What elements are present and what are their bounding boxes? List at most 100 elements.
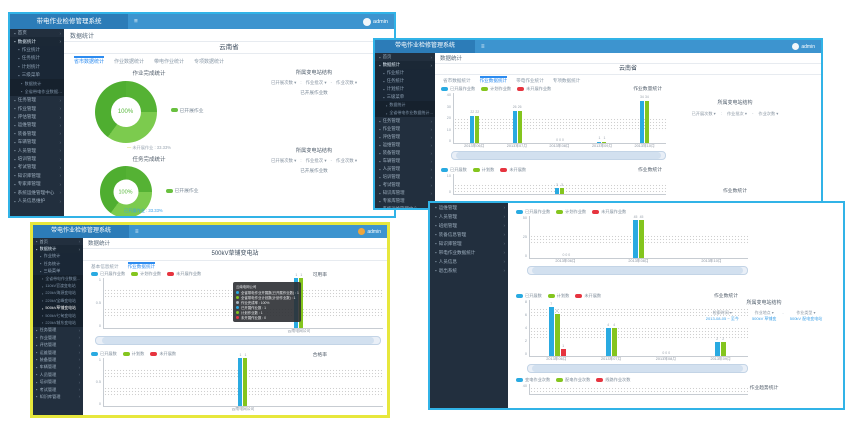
sidebar-item[interactable]: ▪培训管理› bbox=[33, 378, 83, 385]
tab[interactable]: 基本信息统计 bbox=[91, 262, 119, 270]
sidebar-item[interactable]: ▪知识库管理› bbox=[10, 172, 64, 180]
sidebar-item[interactable]: ▪任务统计 bbox=[10, 54, 64, 62]
sidebar-item[interactable]: ▪人员管理› bbox=[375, 165, 435, 173]
tab[interactable]: 专项数据统计 bbox=[194, 56, 224, 65]
sidebar-item[interactable]: ▪专家库管理› bbox=[375, 197, 435, 205]
sidebar-item[interactable]: ▪装备管理› bbox=[33, 356, 83, 363]
tab[interactable]: 带电作业统计 bbox=[516, 76, 544, 84]
legend-item[interactable]: 未开展作业数 bbox=[167, 271, 201, 277]
filter-select[interactable]: 已开展次数 ▾ bbox=[271, 80, 296, 86]
sidebar-item[interactable]: ▪带电作业数据统计› bbox=[430, 248, 508, 257]
sidebar-item[interactable]: ▪数据统计› bbox=[10, 37, 64, 45]
sidebar-item[interactable]: ▪任务统计 bbox=[33, 260, 83, 267]
sidebar-item[interactable]: ▪系统运维管理中心› bbox=[10, 188, 64, 196]
filter-select[interactable]: 已开展次数 ▾ bbox=[271, 158, 296, 164]
tab[interactable]: 专项数据统计 bbox=[553, 76, 581, 84]
legend-item[interactable]: 已开展作业 bbox=[171, 107, 204, 114]
sidebar-item[interactable]: ▪作业统计 bbox=[375, 69, 435, 77]
sidebar-item[interactable]: ▪运维管理› bbox=[375, 141, 435, 149]
horizontal-scrollbar[interactable] bbox=[527, 266, 748, 275]
sidebar-item[interactable]: ▪数据统计 bbox=[10, 79, 64, 87]
filter-select[interactable]: 作业次数 ▾ bbox=[336, 80, 357, 86]
sidebar-item[interactable]: ▪系统运维管理中心› bbox=[375, 205, 435, 208]
legend-item[interactable]: 配电作业次数 bbox=[556, 377, 590, 383]
sidebar-item[interactable]: ▪评估管理› bbox=[375, 133, 435, 141]
tab[interactable]: 省市数据统计 bbox=[74, 56, 104, 65]
sidebar-item[interactable]: ▪装备信息管理› bbox=[430, 230, 508, 239]
legend-item[interactable]: 未开展数 bbox=[575, 293, 601, 299]
sidebar-item[interactable]: ▪考试管理› bbox=[375, 181, 435, 189]
sidebar-item[interactable]: ▪任务管理› bbox=[375, 117, 435, 125]
sidebar-item[interactable]: ▪装备管理› bbox=[375, 149, 435, 157]
sidebar-item[interactable]: ▪作业统计 bbox=[33, 253, 83, 260]
sidebar-item[interactable]: ▪班组管理› bbox=[430, 221, 508, 230]
tab[interactable]: 作业数据统计 bbox=[128, 262, 156, 270]
sidebar-item[interactable]: ▪培训管理› bbox=[375, 173, 435, 181]
legend-item[interactable]: 已开展作业数 bbox=[91, 271, 125, 277]
user-account[interactable]: admin bbox=[792, 43, 815, 50]
sidebar-item[interactable]: ▪110kV官渡变电站 bbox=[33, 282, 83, 289]
legend-item[interactable]: 计划数 bbox=[548, 293, 570, 299]
sidebar-item[interactable]: ▪220kV宝峰变电站 bbox=[33, 297, 83, 304]
sidebar-item[interactable]: ▪作业管理› bbox=[10, 105, 64, 113]
sidebar-item[interactable]: ▪培训管理› bbox=[10, 155, 64, 163]
sidebar-item[interactable]: ▪任务管理› bbox=[33, 327, 83, 334]
filter-select[interactable]: 作业地点 ▾500kV 草铺变 bbox=[752, 310, 776, 322]
legend-item[interactable]: 计划数 bbox=[123, 351, 145, 357]
sidebar-item[interactable]: ▪220kV城东变电站 bbox=[33, 319, 83, 326]
sidebar-item[interactable]: ▪三级菜单 bbox=[33, 268, 83, 275]
legend-item[interactable]: 计划数 bbox=[473, 167, 495, 173]
sidebar-item[interactable]: ▪三级菜单 bbox=[375, 93, 435, 101]
sidebar-item[interactable]: ▪500kV草铺变电站 bbox=[33, 305, 83, 312]
sidebar-item[interactable]: ▪知识库管理› bbox=[33, 393, 83, 400]
sidebar-item[interactable]: ▪考试管理› bbox=[33, 386, 83, 393]
sidebar-item[interactable]: ▪知识库管理› bbox=[430, 239, 508, 248]
legend-item[interactable]: 计划作业数 bbox=[131, 271, 161, 277]
horizontal-scrollbar[interactable] bbox=[95, 336, 381, 345]
filter-select[interactable]: 作业批次 ▾ bbox=[306, 80, 327, 86]
sidebar-item[interactable]: ▪三级菜单 bbox=[10, 71, 64, 79]
sidebar-item[interactable]: ▪作业管理› bbox=[33, 334, 83, 341]
hamburger-menu-icon[interactable]: ≡ bbox=[134, 18, 138, 25]
sidebar-item[interactable]: ▪作业统计 bbox=[10, 46, 64, 54]
sidebar-item[interactable]: ▪作业管理› bbox=[375, 125, 435, 133]
sidebar-item[interactable]: ▪计划统计 bbox=[375, 85, 435, 93]
filter-select[interactable]: 作业次数 ▾ bbox=[336, 158, 357, 164]
legend-item[interactable]: 未开展数 bbox=[150, 351, 176, 357]
legend-item[interactable]: 未开展数 bbox=[500, 167, 526, 173]
sidebar-item[interactable]: ▪计划统计 bbox=[10, 63, 64, 71]
sidebar-item[interactable]: ▪装备管理› bbox=[10, 130, 64, 138]
legend-item[interactable]: 计划作业数 bbox=[481, 86, 511, 92]
tab[interactable]: 作业数据统计 bbox=[114, 56, 144, 65]
sidebar-item[interactable]: ▪考试管理› bbox=[10, 163, 64, 171]
tab[interactable]: 带电作业统计 bbox=[154, 56, 184, 65]
sidebar-item[interactable]: ▪人员管理› bbox=[10, 146, 64, 154]
filter-select[interactable]: 作业次数 ▾ bbox=[758, 111, 778, 117]
hamburger-menu-icon[interactable]: ≡ bbox=[481, 44, 485, 50]
sidebar-item[interactable]: ▪全省带电作业数据统计查询 bbox=[375, 109, 435, 117]
sidebar-item[interactable]: ▪数据统计› bbox=[375, 61, 435, 69]
sidebar-item[interactable]: ▪专家库管理› bbox=[10, 180, 64, 188]
user-account[interactable]: admin bbox=[363, 18, 388, 26]
sidebar-item[interactable]: ▪全省带电作业数据统计查询 bbox=[10, 88, 64, 96]
filter-select[interactable]: 检索时间 ▾2013-08-05 ~ 至今 bbox=[706, 310, 739, 322]
hamburger-menu-icon[interactable]: ≡ bbox=[135, 229, 139, 235]
filter-select[interactable]: 作业类型 ▾500kV 配电变电站 bbox=[790, 310, 822, 322]
legend-item[interactable]: 变电作业次数 bbox=[516, 377, 550, 383]
sidebar-item[interactable]: ▪知识库管理› bbox=[375, 189, 435, 197]
sidebar-item[interactable]: ▪220kV海源变电站 bbox=[33, 290, 83, 297]
filter-select[interactable]: 作业批次 ▾ bbox=[306, 158, 327, 164]
sidebar-item[interactable]: ▪首页› bbox=[10, 29, 64, 37]
sidebar-item[interactable]: ▪任务统计 bbox=[375, 77, 435, 85]
sidebar-item[interactable]: ▪人员信息› bbox=[430, 257, 508, 266]
legend-item[interactable]: 已开展数 bbox=[91, 351, 117, 357]
filter-select[interactable]: 已开展次数 ▾ bbox=[692, 111, 716, 117]
legend-item[interactable]: 未开展作业数 bbox=[517, 86, 551, 92]
filter-select[interactable]: 作业批次 ▾ bbox=[727, 111, 747, 117]
sidebar-item[interactable]: ▪运维管理› bbox=[430, 203, 508, 212]
sidebar-item[interactable]: ▪首页› bbox=[375, 53, 435, 61]
sidebar-item[interactable]: ▪数据统计 bbox=[375, 101, 435, 109]
legend-item[interactable]: 未开展作业数 bbox=[592, 209, 626, 215]
sidebar-item[interactable]: ▪车辆管理› bbox=[33, 364, 83, 371]
legend-item[interactable]: 已开展数 bbox=[441, 167, 467, 173]
